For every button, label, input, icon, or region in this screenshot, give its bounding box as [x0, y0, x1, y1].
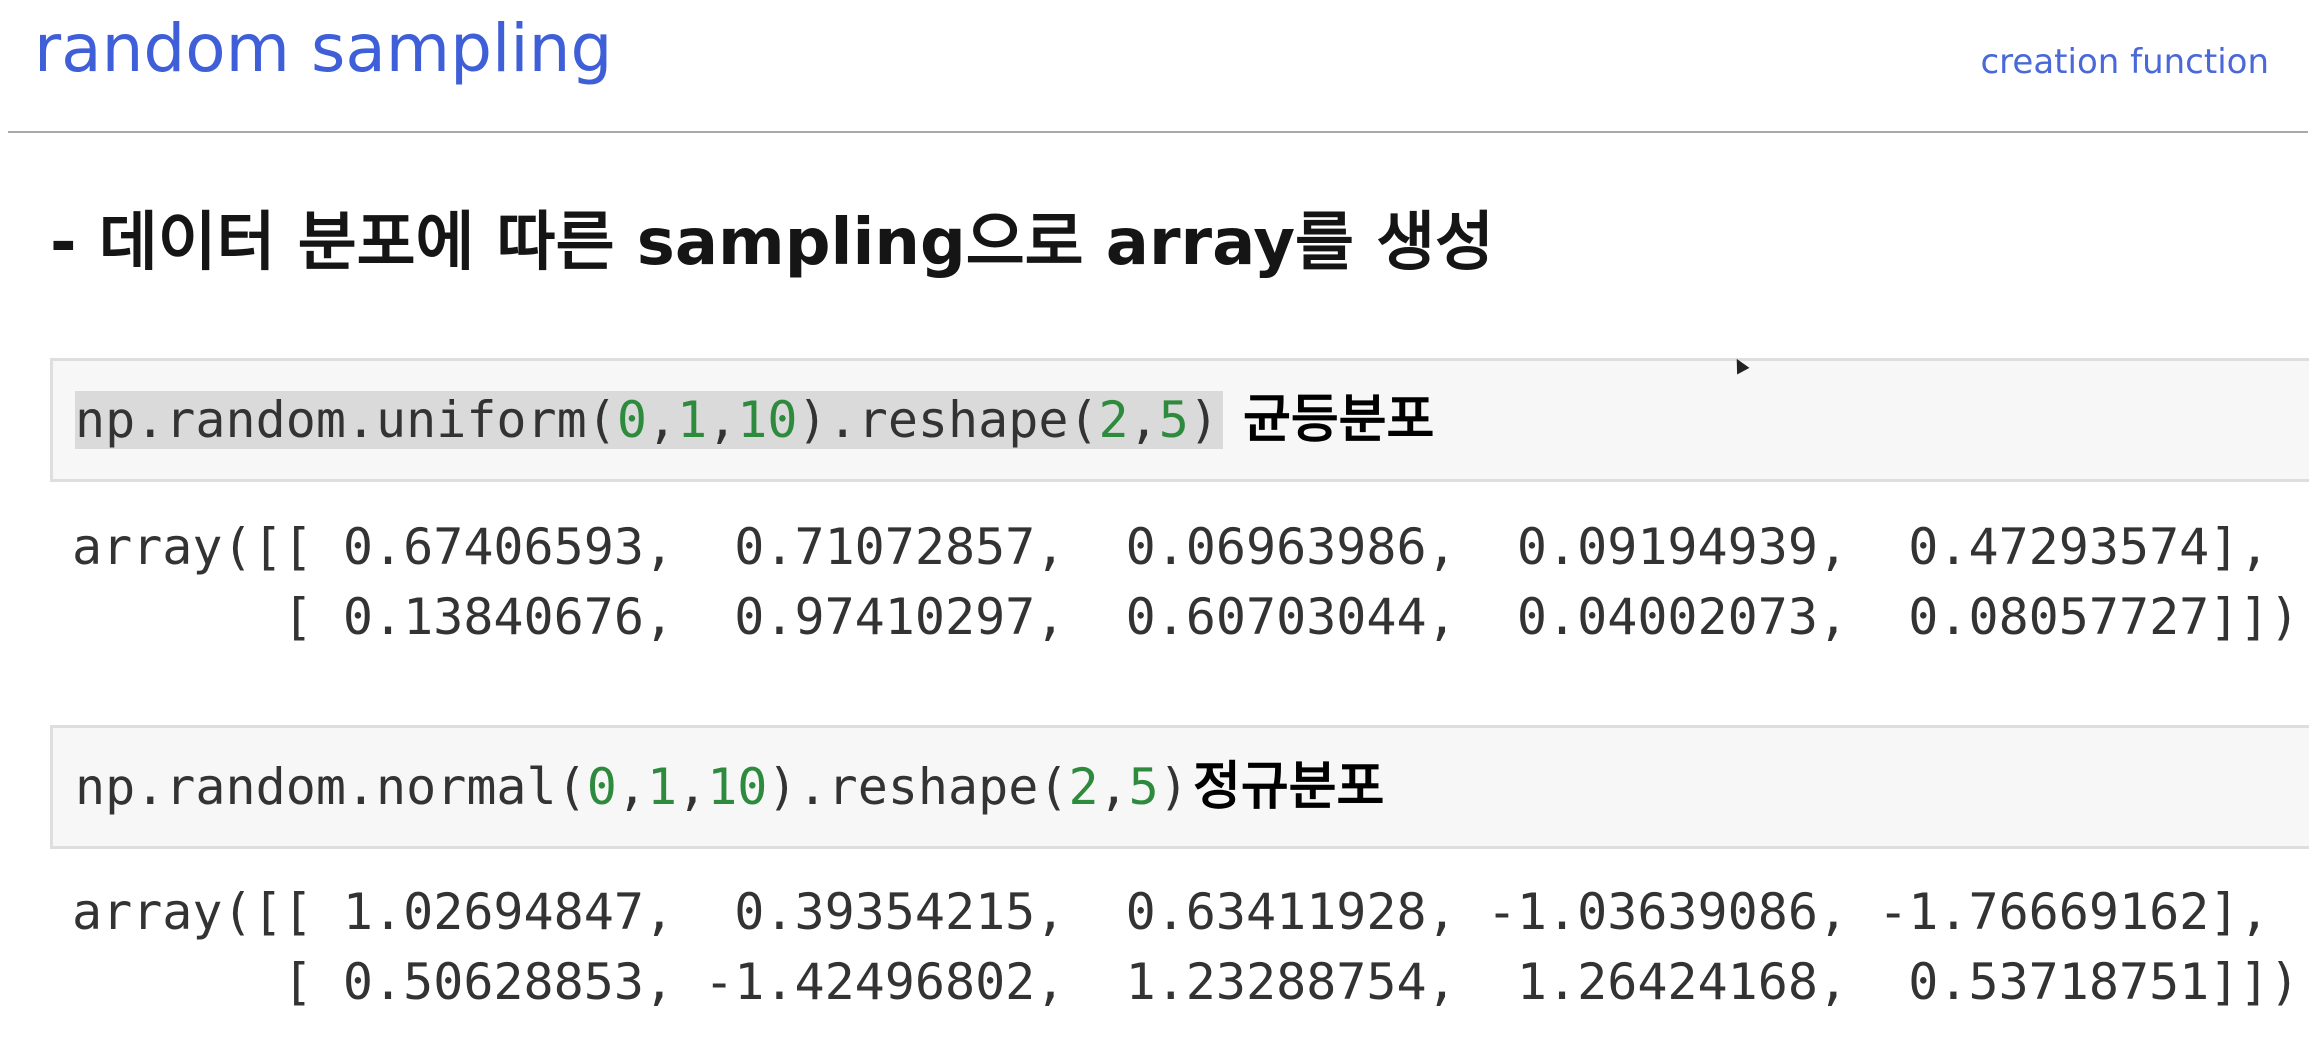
- title-divider: [8, 131, 2308, 133]
- code-selection: np.random.uniform(0,1,10).reshape(2,5): [75, 391, 1223, 449]
- slide-subtitle: - 데이터 분포에 따른 sampling으로 array를 생성: [50, 206, 1494, 280]
- cell-note-uniform: 균등분포: [1243, 390, 1435, 450]
- output-line: [ 0.50628853, -1.42496802, 1.23288754, 1…: [72, 953, 2300, 1011]
- code-token: np.random.normal(: [75, 758, 587, 816]
- code-number: 1: [646, 758, 678, 816]
- code-number: 0: [586, 758, 617, 816]
- code-cell-normal[interactable]: np.random.normal(0, 1, 10).reshape(2, 5) 정규…: [50, 725, 2309, 849]
- output-line: array([[ 1.02694847, 0.39354215, 0.63411…: [72, 883, 2270, 941]
- code-number: 0: [616, 391, 647, 449]
- code-number: 1: [677, 391, 708, 449]
- output-normal: array([[ 1.02694847, 0.39354215, 0.63411…: [72, 877, 2300, 1017]
- code-number: 2: [1098, 391, 1129, 449]
- output-uniform: array([[ 0.67406593, 0.71072857, 0.06963…: [72, 512, 2300, 652]
- output-line: array([[ 0.67406593, 0.71072857, 0.06963…: [72, 518, 2270, 576]
- code-cell-uniform[interactable]: np.random.uniform(0,1,10).reshape(2,5) 균…: [50, 358, 2309, 482]
- code-number: 5: [1158, 391, 1189, 449]
- code-token: ).reshape(: [797, 391, 1099, 449]
- code-token: ): [1188, 391, 1219, 449]
- code-token: np.random.uniform(: [75, 391, 617, 449]
- code-number: 2: [1068, 758, 1099, 816]
- slide-category: creation function: [1980, 42, 2269, 82]
- cell-note-normal: 정규분포: [1193, 757, 1385, 817]
- code-number: 5: [1128, 758, 1159, 816]
- code-number: 10: [707, 758, 768, 816]
- code-token: ): [1158, 758, 1189, 816]
- code-token: ).reshape(: [767, 758, 1069, 816]
- code-line-uniform[interactable]: np.random.uniform(0,1,10).reshape(2,5): [75, 389, 1223, 451]
- code-line-normal[interactable]: np.random.normal(0, 1, 10).reshape(2, 5): [75, 756, 1189, 818]
- slide-title: random sampling: [34, 10, 613, 87]
- code-number: 10: [737, 391, 798, 449]
- output-line: [ 0.13840676, 0.97410297, 0.60703044, 0.…: [72, 588, 2300, 646]
